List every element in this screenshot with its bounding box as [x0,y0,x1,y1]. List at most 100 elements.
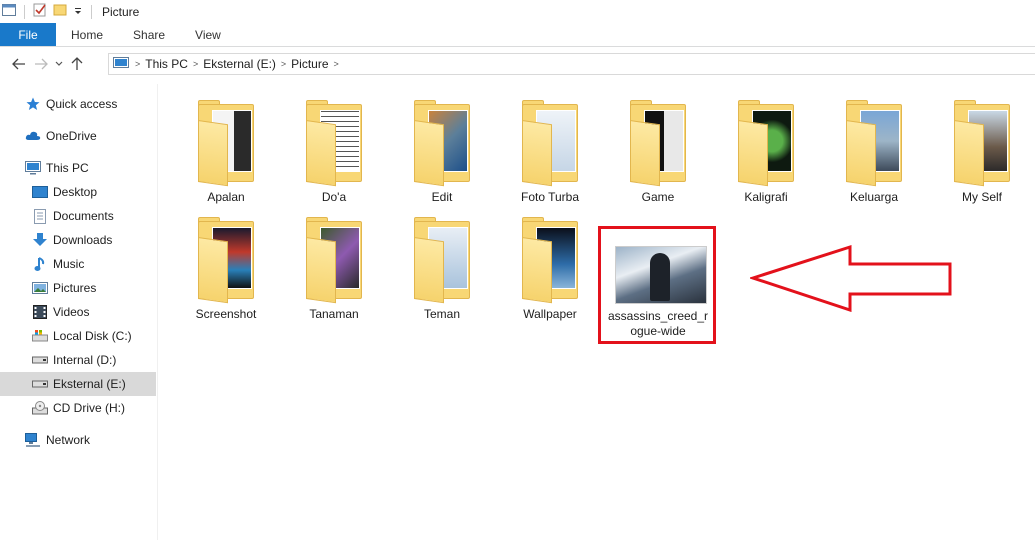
forward-button[interactable] [30,53,52,75]
folder-item[interactable]: Edit [392,100,492,205]
sidebar-item-label: Videos [53,305,90,319]
folder-label: Screenshot [195,307,257,321]
sidebar-item-label: CD Drive (H:) [53,401,125,415]
sidebar-item-desktop[interactable]: Desktop [0,180,156,204]
sidebar-item-label: Desktop [53,185,98,199]
sidebar-item-label: Downloads [53,233,113,247]
folder-item[interactable]: Apalan [176,100,276,205]
back-button[interactable] [8,53,30,75]
folder-icon [738,100,794,187]
recent-locations-button[interactable] [52,53,66,75]
window-title: Picture [102,4,140,19]
music-icon [32,256,48,272]
customize-toolbar-icon[interactable] [73,5,83,19]
sidebar-item-label: Internal (D:) [53,353,117,367]
sidebar-item-this-pc[interactable]: This PC [0,156,156,180]
folder-icon [846,100,902,187]
tab-share[interactable]: Share [118,23,180,46]
system-drive-icon [32,328,48,344]
download-icon [32,232,48,248]
arrow-up-icon [71,57,83,70]
sidebar-item-documents[interactable]: Documents [0,204,156,228]
sidebar-item-downloads[interactable]: Downloads [0,228,156,252]
folder-icon [306,100,362,187]
file-label: assassins_creed_r ogue-wide [607,309,709,338]
folder-icon [306,217,362,304]
sidebar-item-label: Music [53,257,85,271]
sidebar-item-label: Network [46,433,91,447]
folder-item[interactable]: Teman [392,217,492,322]
computer-icon [25,160,41,176]
properties-icon[interactable] [33,3,47,20]
folder-item[interactable]: Screenshot [176,217,276,322]
sidebar-item-label: Pictures [53,281,97,295]
star-icon [25,96,41,112]
picture-icon [32,280,48,296]
ribbon-tabs: File Home Share View [0,23,1035,47]
tab-home[interactable]: Home [56,23,118,46]
sidebar-item-eksternal[interactable]: Eksternal (E:) [0,372,156,396]
sidebar-item-music[interactable]: Music [0,252,156,276]
image-thumbnail [615,246,707,304]
quick-access-toolbar [0,0,94,23]
sidebar-item-local-disk[interactable]: Local Disk (C:) [0,324,156,348]
folder-label: Game [641,190,675,204]
folder-label: Edit [431,190,453,204]
folder-icon [630,100,686,187]
folder-label: Apalan [207,190,245,204]
folder-icon [414,217,470,304]
sidebar-item-onedrive[interactable]: OneDrive [0,124,156,148]
folder-item[interactable]: My Self [932,100,1032,205]
sidebar-item-cd-drive[interactable]: CD Drive (H:) [0,396,156,420]
cloud-icon [25,128,41,144]
title-bar: Picture [0,0,1035,23]
drive-icon [32,352,48,368]
chevron-down-icon [55,61,63,66]
this-pc-icon [113,56,129,72]
folder-label: My Self [961,190,1002,204]
folder-item[interactable]: Do'a [284,100,384,205]
image-file-item[interactable]: assassins_creed_r ogue-wide [598,226,716,344]
arrow-right-icon [35,58,48,70]
folder-icon [198,100,254,187]
document-icon [32,208,48,224]
sidebar-item-pictures[interactable]: Pictures [0,276,156,300]
breadcrumb-separator[interactable]: > [334,59,339,69]
breadcrumb-this-pc[interactable]: This PC [140,57,193,71]
folder-item[interactable]: Game [608,100,708,205]
folder-item[interactable]: Wallpaper [500,217,600,322]
folder-label: Teman [423,307,461,321]
desktop-icon [32,184,48,200]
window-icon[interactable] [2,4,16,19]
sidebar-item-label: Documents [53,209,114,223]
address-bar[interactable]: > This PC > Eksternal (E:) > Picture > [108,53,1035,75]
sidebar-item-quick-access[interactable]: Quick access [0,92,156,116]
sidebar-item-videos[interactable]: Videos [0,300,156,324]
breadcrumb-eksternal[interactable]: Eksternal (E:) [198,57,281,71]
arrow-left-icon [12,58,25,70]
folder-label: Foto Turba [520,190,580,204]
cd-drive-icon [32,400,48,416]
folder-item[interactable]: Kaligrafi [716,100,816,205]
sidebar-item-label: Local Disk (C:) [53,329,132,343]
folder-label: Do'a [321,190,347,204]
tab-view[interactable]: View [180,23,236,46]
tab-file[interactable]: File [0,23,56,46]
video-icon [32,304,48,320]
new-folder-icon[interactable] [53,3,67,20]
sidebar-item-network[interactable]: Network [0,428,156,452]
sidebar-item-label: Quick access [46,97,118,111]
folder-item[interactable]: Tanaman [284,217,384,322]
sidebar-item-label: OneDrive [46,129,97,143]
folder-icon [522,100,578,187]
annotation-arrow [750,244,952,312]
navigation-pane: Quick access OneDrive This PC Desktop Do… [0,84,158,540]
folder-icon [954,100,1010,187]
up-button[interactable] [66,53,88,75]
breadcrumb-picture[interactable]: Picture [286,57,333,71]
sidebar-item-label: This PC [46,161,89,175]
folder-label: Tanaman [309,307,359,321]
sidebar-item-internal[interactable]: Internal (D:) [0,348,156,372]
folder-item[interactable]: Keluarga [824,100,924,205]
folder-item[interactable]: Foto Turba [500,100,600,205]
